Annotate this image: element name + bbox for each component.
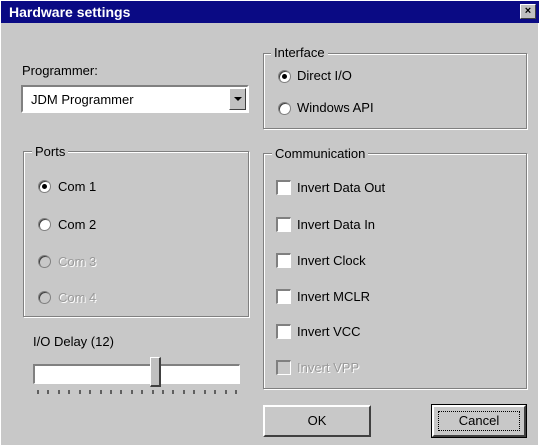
io-delay-label: I/O Delay (12) — [33, 334, 114, 349]
close-icon: × — [524, 5, 532, 17]
checkbox-invert-data-in-label[interactable]: Invert Data In — [297, 217, 375, 232]
communication-group-title: Communication — [272, 146, 369, 161]
cancel-button[interactable]: Cancel — [431, 404, 527, 438]
checkbox-invert-mclr[interactable] — [276, 289, 291, 304]
radio-com1[interactable] — [38, 180, 51, 193]
checkbox-invert-data-in[interactable] — [276, 217, 291, 232]
io-delay-slider-track[interactable] — [33, 364, 240, 384]
slider-tick — [120, 390, 123, 394]
slider-tick — [130, 390, 133, 394]
checkbox-invert-vpp-label: Invert VPP — [297, 360, 360, 375]
checkbox-invert-vcc-label[interactable]: Invert VCC — [297, 324, 361, 339]
slider-tick — [89, 390, 92, 394]
chevron-down-icon — [234, 97, 242, 101]
checkbox-invert-clock[interactable] — [276, 253, 291, 268]
radio-direct-io[interactable] — [278, 70, 291, 83]
slider-tick — [214, 390, 217, 394]
radio-com2[interactable] — [38, 218, 51, 231]
slider-tick — [78, 390, 81, 394]
checkbox-invert-mclr-label[interactable]: Invert MCLR — [297, 289, 370, 304]
interface-group — [263, 53, 527, 129]
checkbox-invert-clock-label[interactable]: Invert Clock — [297, 253, 366, 268]
ports-group-title: Ports — [32, 144, 69, 159]
slider-tick — [203, 390, 206, 394]
slider-tick — [172, 390, 175, 394]
io-delay-ticks — [37, 390, 237, 396]
close-button[interactable]: × — [520, 4, 536, 19]
ports-group — [23, 151, 249, 317]
radio-com3-label: Com 3 — [58, 254, 97, 269]
programmer-select-value: JDM Programmer — [31, 92, 134, 107]
programmer-select[interactable]: JDM Programmer — [21, 85, 249, 113]
slider-tick — [99, 390, 102, 394]
radio-direct-io-label[interactable]: Direct I/O — [297, 68, 352, 83]
window-title: Hardware settings — [9, 4, 131, 20]
radio-com3 — [38, 255, 51, 268]
ok-button[interactable]: OK — [263, 405, 371, 437]
radio-com4 — [38, 291, 51, 304]
slider-tick — [57, 390, 60, 394]
checkbox-invert-data-out[interactable] — [276, 180, 291, 195]
checkbox-invert-vcc[interactable] — [276, 324, 291, 339]
cancel-button-label: Cancel — [458, 413, 500, 428]
radio-com1-label[interactable]: Com 1 — [58, 179, 96, 194]
slider-tick — [109, 390, 112, 394]
programmer-dropdown-button[interactable] — [229, 88, 246, 110]
radio-com4-label: Com 4 — [58, 290, 97, 305]
checkbox-invert-vpp — [276, 360, 291, 375]
title-bar[interactable]: Hardware settings × — [1, 1, 539, 23]
slider-tick — [235, 390, 237, 394]
slider-tick — [193, 390, 196, 394]
radio-com2-label[interactable]: Com 2 — [58, 217, 96, 232]
slider-tick — [68, 390, 71, 394]
hardware-settings-dialog: Hardware settings × Programmer: JDM Prog… — [0, 0, 539, 446]
radio-windows-api[interactable] — [278, 102, 291, 115]
radio-windows-api-label[interactable]: Windows API — [297, 100, 374, 115]
io-delay-slider-thumb[interactable] — [150, 357, 161, 387]
ok-button-label: OK — [307, 413, 327, 428]
slider-tick — [151, 390, 154, 394]
programmer-label: Programmer: — [22, 63, 98, 78]
slider-tick — [162, 390, 165, 394]
slider-tick — [47, 390, 50, 394]
slider-tick — [37, 390, 39, 394]
slider-tick — [182, 390, 185, 394]
interface-group-title: Interface — [271, 45, 328, 60]
checkbox-invert-data-out-label[interactable]: Invert Data Out — [297, 180, 385, 195]
slider-tick — [141, 390, 144, 394]
slider-tick — [224, 390, 227, 394]
